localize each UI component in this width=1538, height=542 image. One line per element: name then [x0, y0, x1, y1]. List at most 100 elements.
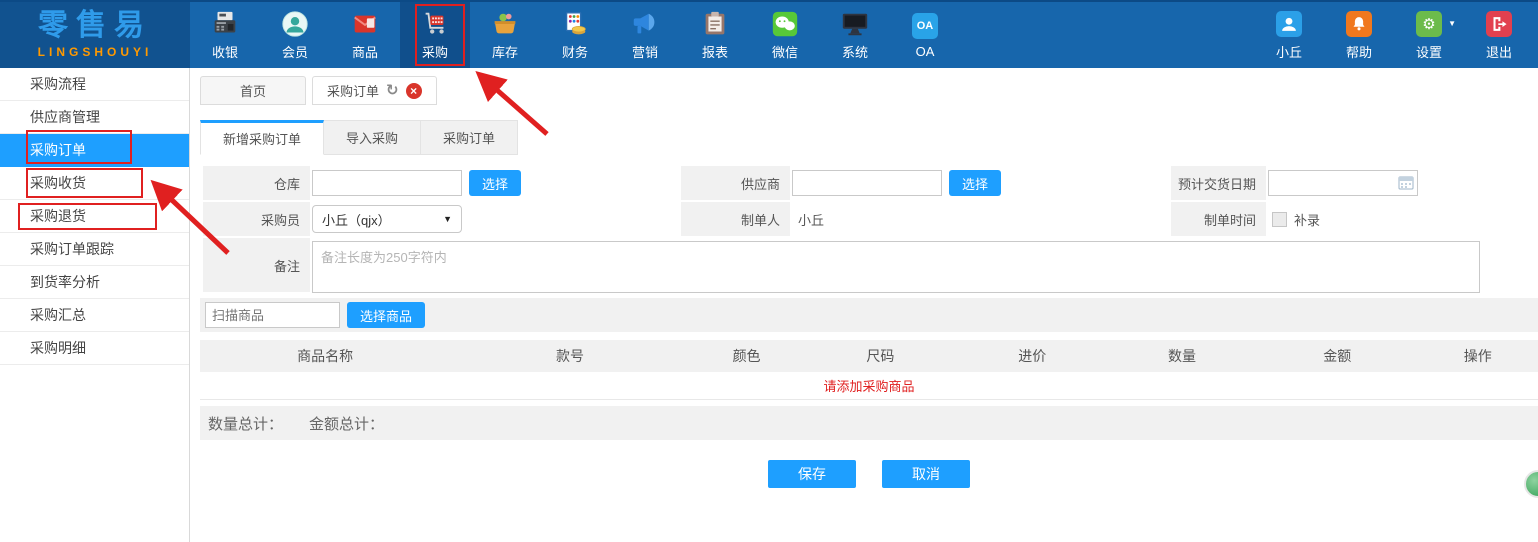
- nav-item-purchase[interactable]: 采购: [400, 2, 470, 68]
- sidebar-item-purchase-summary[interactable]: 采购汇总: [0, 299, 189, 332]
- subtab-purchase-order-list[interactable]: 采购订单: [421, 120, 518, 155]
- header-spacer: [960, 2, 1254, 68]
- supplier-input[interactable]: [792, 170, 942, 196]
- nav-label: 系统: [842, 42, 868, 61]
- col-product-name: 商品名称: [200, 346, 450, 366]
- logout-icon: [1484, 9, 1514, 39]
- maketime-label: 制单时间: [1171, 202, 1266, 238]
- buyer-select[interactable]: 小丘（qjx） ▼: [312, 205, 462, 233]
- nav-label: 采购: [422, 42, 448, 61]
- col-operation: 操作: [1418, 346, 1538, 366]
- nav-label: 小丘: [1276, 42, 1302, 61]
- sidebar-item-purchase-process[interactable]: 采购流程: [0, 68, 189, 101]
- nav-label: 微信: [772, 42, 798, 61]
- remark-textarea[interactable]: [312, 241, 1480, 293]
- tab-home[interactable]: 首页: [200, 76, 306, 105]
- nav-item-finance[interactable]: 财务: [540, 2, 610, 68]
- nav-item-user[interactable]: 小丘: [1254, 2, 1324, 68]
- nav-label: 设置: [1416, 42, 1442, 61]
- nav-item-marketing[interactable]: 营销: [610, 2, 680, 68]
- main-content: 首页 采购订单 ↻ × 新增采购订单 导入采购 采购订单 仓库 选择 供应商: [190, 68, 1538, 542]
- purchase-order-form: 仓库 选择 供应商 选择 预计交货日期 采购员: [203, 166, 1538, 294]
- subtab-import-purchase[interactable]: 导入采购: [324, 120, 421, 155]
- tab-bar: 首页 采购订单 ↻ ×: [200, 76, 437, 105]
- maker-value: 小丘: [792, 210, 824, 229]
- nav-item-logout[interactable]: 退出: [1464, 2, 1534, 68]
- user-nav: 小丘 帮助 ⚙ ▼ 设置 退出: [1254, 2, 1534, 68]
- delivery-date-input[interactable]: [1268, 170, 1418, 196]
- subtab-new-purchase-order[interactable]: 新增采购订单: [200, 120, 324, 155]
- nav-item-help[interactable]: 帮助: [1324, 2, 1394, 68]
- cancel-button[interactable]: 取消: [882, 460, 970, 488]
- col-color: 颜色: [690, 346, 804, 366]
- sidebar-item-arrival-rate-analysis[interactable]: 到货率分析: [0, 266, 189, 299]
- settings-gear-icon: ⚙ ▼: [1414, 9, 1444, 39]
- product-table-header: 商品名称 款号 颜色 尺码 进价 数量 金额 操作: [200, 340, 1538, 372]
- nav-item-wechat[interactable]: 微信: [750, 2, 820, 68]
- save-button[interactable]: 保存: [768, 460, 856, 488]
- nav-label: 库存: [492, 42, 518, 61]
- sidebar-item-purchase-order[interactable]: 采购订单: [0, 134, 189, 167]
- scan-product-input[interactable]: [205, 302, 340, 328]
- buyer-cell: 小丘（qjx） ▼: [310, 202, 681, 238]
- sidebar-item-purchase-detail[interactable]: 采购明细: [0, 332, 189, 365]
- makeup-checkbox-label: 补录: [1294, 210, 1320, 229]
- top-header: 零售易 LINGSHOUYI 收银 会员 商品: [0, 0, 1538, 68]
- brand-subtitle: LINGSHOUYI: [38, 45, 153, 59]
- sidebar-item-purchase-receiving[interactable]: 采购收货: [0, 167, 189, 200]
- settings-caret-icon: ▼: [1448, 19, 1456, 28]
- maketime-cell: 补录: [1266, 202, 1538, 238]
- delivery-date-cell: [1266, 166, 1538, 202]
- supplier-select-button[interactable]: 选择: [949, 170, 1001, 196]
- nav-item-system[interactable]: 系统: [820, 2, 890, 68]
- nav-label: 收银: [212, 42, 238, 61]
- close-icon[interactable]: ×: [406, 83, 422, 99]
- nav-label: 财务: [562, 42, 588, 61]
- refresh-icon[interactable]: ↻: [386, 83, 399, 98]
- brand-title: 零售易: [38, 11, 152, 41]
- report-icon: [700, 9, 730, 39]
- nav-item-oa[interactable]: OA OA: [890, 2, 960, 68]
- supplier-cell: 选择: [790, 166, 1171, 202]
- warehouse-select-button[interactable]: 选择: [469, 170, 521, 196]
- subtab-bar: 新增采购订单 导入采购 采购订单: [200, 120, 518, 155]
- nav-item-settings[interactable]: ⚙ ▼ 设置: [1394, 2, 1464, 68]
- oa-icon: OA: [910, 11, 940, 41]
- user-icon: [1274, 9, 1304, 39]
- nav-label: 帮助: [1346, 42, 1372, 61]
- member-icon: [280, 9, 310, 39]
- col-style-number: 款号: [450, 346, 690, 366]
- nav-label: 会员: [282, 42, 308, 61]
- brand-logo: 零售易 LINGSHOUYI: [0, 2, 190, 68]
- sidebar-item-purchase-return[interactable]: 采购退货: [0, 200, 189, 233]
- nav-item-member[interactable]: 会员: [260, 2, 330, 68]
- nav-item-report[interactable]: 报表: [680, 2, 750, 68]
- amount-total-label: 金额总计：: [309, 413, 384, 434]
- nav-item-cashier[interactable]: 收银: [190, 2, 260, 68]
- cash-register-icon: [210, 9, 240, 39]
- sidebar-item-supplier-management[interactable]: 供应商管理: [0, 101, 189, 134]
- chevron-down-icon: ▼: [443, 214, 452, 224]
- makeup-checkbox[interactable]: [1272, 212, 1287, 227]
- remark-label: 备注: [203, 238, 310, 294]
- sidebar-item-purchase-order-tracking[interactable]: 采购订单跟踪: [0, 233, 189, 266]
- tab-label: 首页: [240, 81, 266, 100]
- tab-purchase-order[interactable]: 采购订单 ↻ ×: [312, 76, 437, 105]
- select-product-button[interactable]: 选择商品: [347, 302, 425, 328]
- purchase-cart-icon: [420, 9, 450, 39]
- finance-icon: [560, 9, 590, 39]
- marketing-icon: [630, 9, 660, 39]
- product-icon: [350, 9, 380, 39]
- nav-label: 营销: [632, 42, 658, 61]
- system-icon: [840, 9, 870, 39]
- nav-item-inventory[interactable]: 库存: [470, 2, 540, 68]
- help-bell-icon: [1344, 9, 1374, 39]
- nav-label: 报表: [702, 42, 728, 61]
- nav-label: 退出: [1486, 42, 1512, 61]
- warehouse-input[interactable]: [312, 170, 462, 196]
- purchase-order-page: 零售易 LINGSHOUYI 收银 会员 商品: [0, 0, 1538, 542]
- calendar-icon[interactable]: [1398, 175, 1414, 191]
- tab-label: 采购订单: [327, 81, 379, 100]
- remark-cell: [310, 238, 1538, 294]
- nav-item-product[interactable]: 商品: [330, 2, 400, 68]
